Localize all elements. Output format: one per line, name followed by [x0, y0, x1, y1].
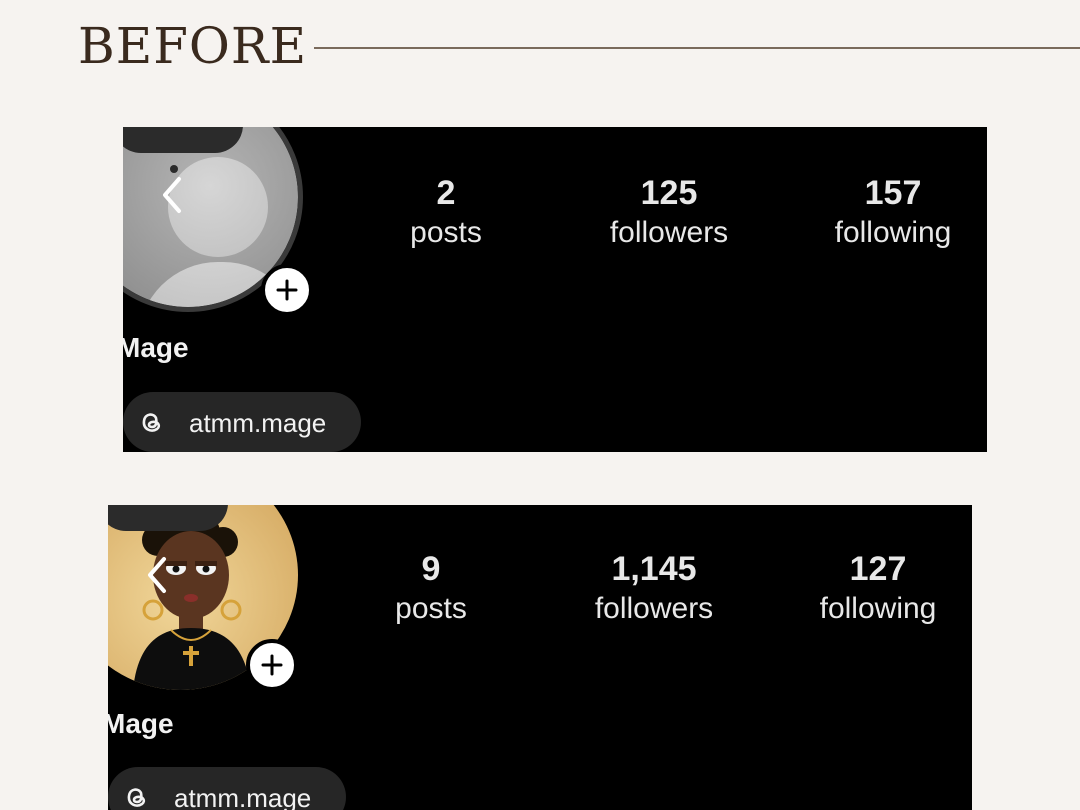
- note-bubble[interactable]: [123, 127, 243, 153]
- threads-icon: [127, 788, 146, 807]
- heading-divider: [314, 47, 1080, 49]
- following-label: following: [834, 216, 952, 249]
- chevron-left-icon[interactable]: [157, 175, 187, 215]
- posts-stat[interactable]: 9 posts: [341, 549, 521, 629]
- plus-icon: [261, 654, 283, 676]
- add-story-button[interactable]: [246, 639, 298, 691]
- posts-count: 9: [421, 550, 441, 588]
- profile-screenshot-before: 2 posts 125 followers 157 following Mage…: [123, 127, 987, 452]
- note-bubble[interactable]: [108, 505, 228, 531]
- threads-icon: [142, 413, 161, 432]
- posts-stat[interactable]: 2 posts: [356, 173, 536, 253]
- following-label: following: [819, 592, 937, 625]
- section-heading: BEFORE: [78, 17, 308, 75]
- plus-icon: [276, 279, 298, 301]
- threads-handle: atmm.mage: [174, 783, 312, 810]
- chevron-left-icon[interactable]: [142, 555, 172, 595]
- note-bubble-dot: [170, 165, 178, 173]
- posts-count: 2: [436, 174, 456, 212]
- threads-badge[interactable]: atmm.mage: [108, 767, 346, 810]
- following-count: 157: [864, 174, 922, 212]
- posts-label: posts: [395, 592, 467, 625]
- following-stat[interactable]: 127 following: [788, 549, 968, 629]
- followers-count: 125: [640, 174, 698, 212]
- followers-stat[interactable]: 125 followers: [579, 173, 759, 253]
- followers-label: followers: [609, 216, 729, 249]
- following-count: 127: [849, 550, 907, 588]
- threads-handle: atmm.mage: [189, 408, 327, 438]
- followers-count: 1,145: [611, 550, 697, 588]
- profile-name: Mage: [123, 332, 189, 363]
- followers-label: followers: [594, 592, 714, 625]
- followers-stat[interactable]: 1,145 followers: [564, 549, 744, 629]
- following-stat[interactable]: 157 following: [803, 173, 983, 253]
- profile-name: Mage: [108, 708, 174, 739]
- add-story-button[interactable]: [261, 264, 313, 316]
- posts-label: posts: [410, 216, 482, 249]
- profile-screenshot-after: 9 posts 1,145 followers 127 following Ma…: [108, 505, 972, 810]
- threads-badge[interactable]: atmm.mage: [123, 392, 361, 452]
